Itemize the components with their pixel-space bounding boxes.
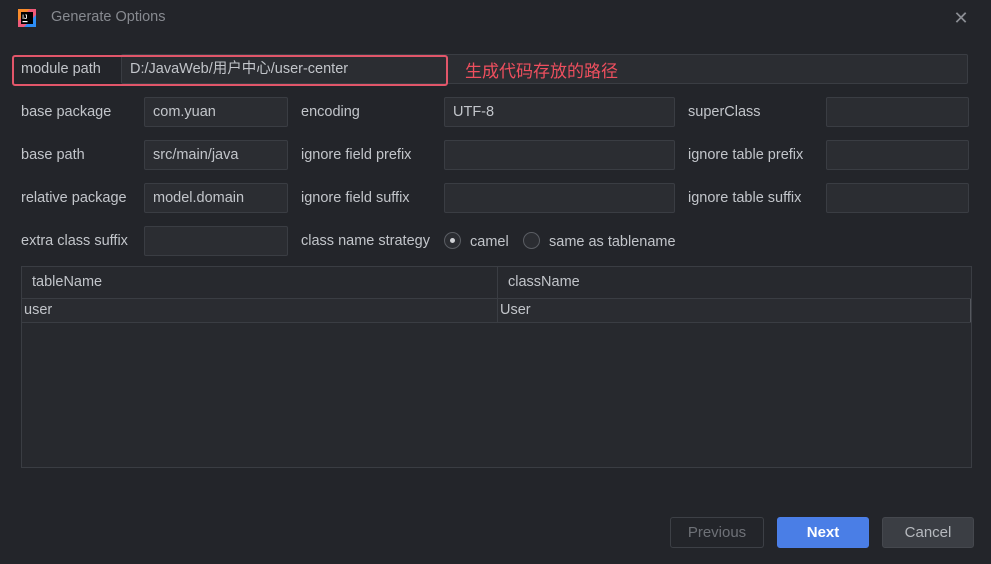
base-package-input[interactable]: com.yuan	[144, 97, 288, 127]
relative-package-input[interactable]: model.domain	[144, 183, 288, 213]
table-cell-tablename[interactable]: user	[22, 299, 52, 322]
ignore-field-suffix-input[interactable]	[444, 183, 675, 213]
relative-package-label: relative package	[21, 190, 127, 206]
ignore-field-prefix-label: ignore field prefix	[301, 147, 412, 163]
extra-class-suffix-input[interactable]	[144, 226, 288, 256]
same-as-tablename-radio[interactable]	[523, 232, 540, 249]
close-icon[interactable]: ✕	[951, 8, 971, 28]
previous-button[interactable]: Previous	[670, 517, 764, 548]
camel-radio[interactable]	[444, 232, 461, 249]
same-as-tablename-radio-label[interactable]: same as tablename	[549, 234, 676, 250]
intellij-app-icon: IJ	[18, 9, 36, 27]
camel-radio-label[interactable]: camel	[470, 234, 509, 250]
dialog-title: Generate Options	[51, 9, 166, 25]
encoding-label: encoding	[301, 104, 360, 120]
column-header-classname[interactable]: className	[498, 267, 971, 298]
cancel-button[interactable]: Cancel	[882, 517, 974, 548]
base-path-label: base path	[21, 147, 85, 163]
ignore-table-prefix-label: ignore table prefix	[688, 147, 804, 163]
base-path-input[interactable]: src/main/java	[144, 140, 288, 170]
ignore-field-prefix-input[interactable]	[444, 140, 675, 170]
column-header-tablename[interactable]: tableName	[22, 267, 497, 298]
superclass-label: superClass	[688, 104, 761, 120]
ignore-table-prefix-input[interactable]	[826, 140, 969, 170]
ignore-table-suffix-label: ignore table suffix	[688, 190, 802, 206]
ignore-table-suffix-input[interactable]	[826, 183, 969, 213]
extra-class-suffix-label: extra class suffix	[21, 233, 128, 249]
column-divider	[497, 267, 498, 323]
class-name-strategy-label: class name strategy	[301, 233, 430, 249]
base-package-label: base package	[21, 104, 112, 120]
table-mapping-grid[interactable]: tableName className user User	[21, 266, 972, 468]
annotation-highlight-box	[12, 55, 448, 86]
next-button[interactable]: Next	[777, 517, 869, 548]
title-bar: IJ Generate Options ✕	[0, 0, 991, 36]
superclass-input[interactable]	[826, 97, 969, 127]
encoding-input[interactable]: UTF-8	[444, 97, 675, 127]
svg-text:IJ: IJ	[22, 15, 27, 21]
annotation-text: 生成代码存放的路径	[465, 62, 618, 81]
ignore-field-suffix-label: ignore field suffix	[301, 190, 410, 206]
cell-edit-border	[970, 299, 971, 322]
table-cell-classname[interactable]: User	[498, 299, 531, 322]
